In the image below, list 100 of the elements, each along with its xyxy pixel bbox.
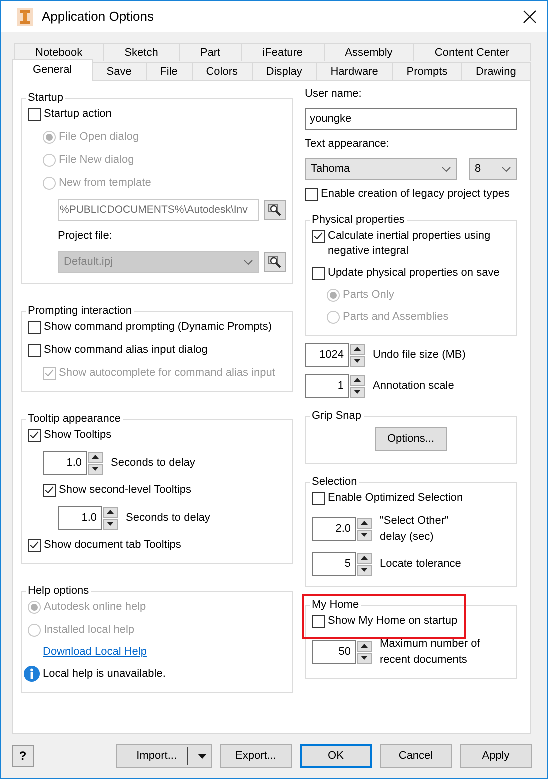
tab[interactable]: Assembly — [324, 43, 414, 61]
spin-down-button[interactable] — [357, 564, 372, 576]
dropdown[interactable]: 8 — [469, 158, 517, 180]
number-field[interactable]: 1024 — [305, 343, 349, 367]
checkbox[interactable] — [43, 484, 56, 497]
spin-down-button[interactable] — [350, 386, 365, 398]
down-arrow-icon — [354, 390, 361, 394]
checkbox[interactable] — [28, 321, 41, 334]
down-arrow-icon — [361, 533, 368, 537]
spin-up-button[interactable] — [350, 374, 365, 386]
down-arrow-icon — [361, 656, 368, 660]
caret-icon — [198, 754, 207, 758]
dialog-button[interactable]: Apply — [460, 744, 532, 768]
dialog-button[interactable]: OK — [300, 744, 372, 768]
number-field[interactable]: 5 — [312, 552, 356, 576]
checkbox-label: Calculate inertial properties using negative integral — [328, 229, 491, 259]
checkbox-label: Show document tab Tooltips — [44, 538, 182, 553]
tab[interactable]: Content Center — [414, 43, 532, 61]
dialog-button[interactable]: Cancel — [380, 744, 452, 768]
spin-down-button[interactable] — [350, 356, 365, 366]
magnifier-icon — [268, 203, 282, 217]
checkbox-label: Show second-level Tooltips — [59, 483, 192, 498]
checkbox-label: Show Tooltips — [44, 428, 112, 443]
info-icon — [24, 666, 40, 682]
dialog-button[interactable]: Export... — [220, 744, 292, 768]
number-field[interactable]: 2.0 — [312, 517, 356, 541]
tab[interactable]: Sketch — [104, 43, 180, 61]
spinner-label: Seconds to delay — [111, 456, 196, 471]
spinner-label: "Select Other" delay (sec) — [380, 514, 449, 545]
group-title: Tooltip appearance — [27, 413, 122, 425]
tab[interactable]: Drawing — [462, 62, 532, 80]
group-title: My Home — [311, 599, 360, 611]
number-field[interactable]: 50 — [312, 640, 356, 664]
field-label: Text appearance: — [305, 137, 390, 151]
group-title: Selection — [311, 476, 358, 488]
tab[interactable]: Notebook — [14, 43, 104, 61]
checkbox[interactable] — [312, 230, 325, 243]
radio-label: New from template — [59, 176, 152, 191]
spin-down-button[interactable] — [357, 652, 372, 664]
spin-up-button[interactable] — [357, 640, 372, 652]
radio-label: Parts Only — [343, 288, 394, 303]
checkbox-label: Enable creation of legacy project types — [321, 187, 510, 202]
up-arrow-icon — [361, 521, 368, 525]
checkbox[interactable] — [312, 615, 325, 628]
spin-up-button[interactable] — [350, 344, 365, 354]
checkbox-label: Show My Home on startup — [328, 614, 458, 629]
up-arrow-icon — [92, 455, 99, 459]
radio-label: File New dialog — [59, 153, 134, 168]
up-arrow-icon — [361, 644, 368, 648]
spin-up-button[interactable] — [357, 552, 372, 564]
checkbox[interactable] — [28, 539, 41, 552]
checkbox[interactable] — [312, 267, 325, 280]
down-arrow-icon — [361, 568, 368, 572]
number-field[interactable]: 1.0 — [43, 451, 87, 475]
number-field[interactable]: 1 — [305, 374, 349, 398]
checkbox-label: Startup action — [44, 107, 112, 122]
group-title: Prompting interaction — [27, 305, 133, 317]
tab[interactable]: File — [146, 62, 193, 80]
import-button[interactable]: Import... — [116, 744, 212, 768]
tab[interactable]: Save — [93, 62, 147, 80]
checkbox[interactable] — [312, 492, 325, 505]
group-title: Physical properties — [311, 214, 406, 226]
checkbox[interactable] — [28, 344, 41, 357]
up-arrow-icon — [361, 556, 368, 560]
close-icon — [523, 10, 537, 24]
options-button[interactable]: Options... — [375, 427, 447, 451]
text-field[interactable]: youngke — [305, 108, 517, 130]
down-arrow-icon — [354, 359, 361, 363]
checkbox[interactable] — [305, 188, 318, 201]
tab[interactable]: Hardware — [317, 62, 394, 80]
dropdown[interactable]: Tahoma — [305, 158, 457, 180]
checkbox-label: Show command prompting (Dynamic Prompts) — [44, 320, 272, 335]
app-icon — [17, 8, 33, 26]
tab[interactable]: Prompts — [393, 62, 462, 80]
tab[interactable]: General — [12, 59, 94, 81]
spinner-label: Annotation scale — [373, 379, 454, 394]
spin-up-button[interactable] — [88, 452, 103, 462]
number-field[interactable]: 1.0 — [58, 506, 102, 530]
spin-down-button[interactable] — [357, 530, 372, 540]
up-arrow-icon — [354, 347, 361, 351]
spin-down-button[interactable] — [103, 518, 118, 530]
checkbox[interactable] — [28, 429, 41, 442]
tab[interactable]: iFeature — [242, 43, 325, 61]
tab[interactable]: Display — [252, 62, 318, 80]
chevron-icon — [502, 166, 511, 172]
window-title: Application Options — [42, 9, 156, 24]
group-title: Help options — [27, 585, 90, 597]
spin-up-button[interactable] — [357, 518, 372, 528]
group-title: Startup — [27, 92, 64, 104]
spin-up-button[interactable] — [103, 506, 118, 518]
checkbox[interactable] — [28, 108, 41, 121]
tab[interactable]: Part — [180, 43, 242, 61]
group-title: Grip Snap — [311, 410, 363, 422]
spin-down-button[interactable] — [88, 464, 103, 474]
spinner-label: Seconds to delay — [126, 511, 210, 526]
help-button[interactable]: ? — [12, 745, 34, 767]
field-label: Project file: — [58, 229, 114, 243]
tab[interactable]: Colors — [192, 62, 253, 80]
radio-label: File Open dialog — [59, 130, 140, 145]
close-button[interactable] — [523, 10, 537, 24]
